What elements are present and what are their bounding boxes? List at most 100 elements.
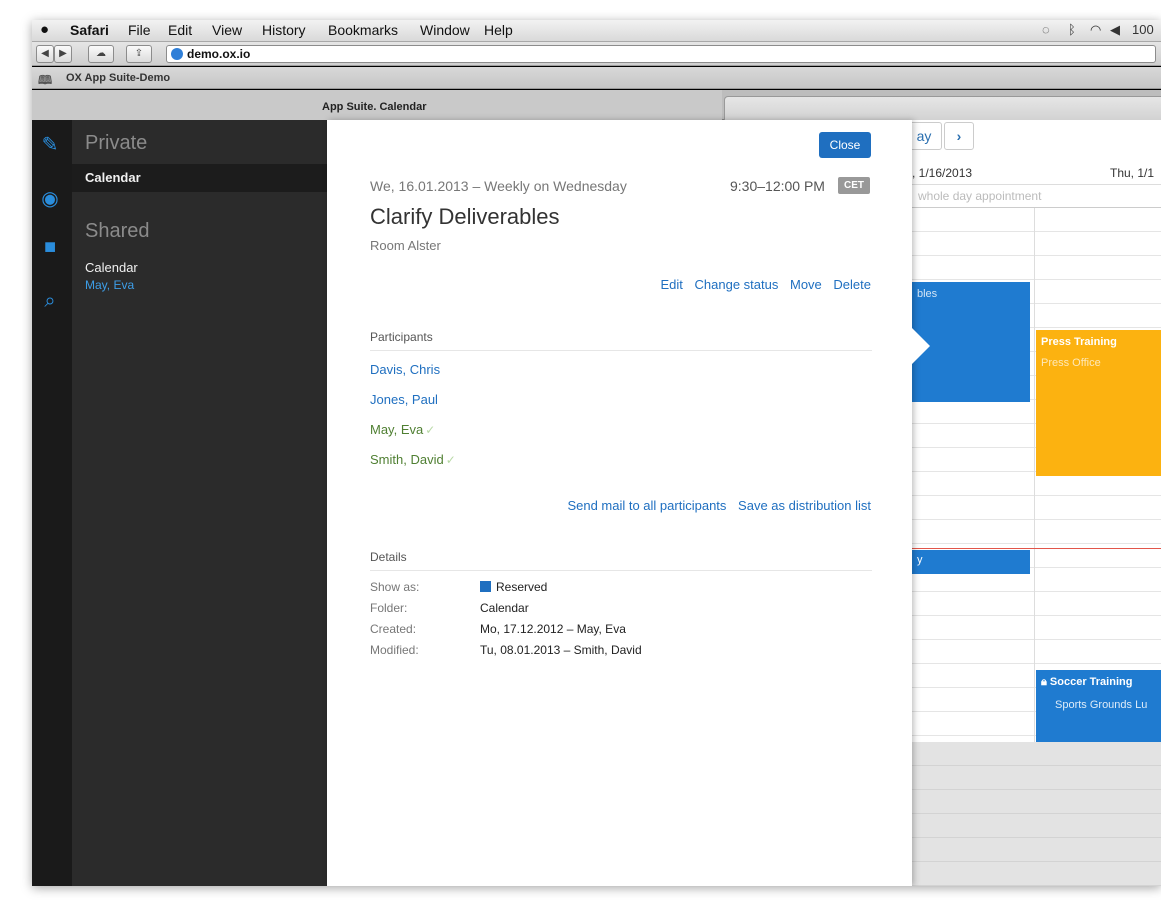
time-machine-icon[interactable]: ◌ bbox=[1042, 22, 1050, 37]
detail-value-created: Mo, 17.12.2012 – May, Eva bbox=[480, 622, 626, 636]
menu-safari[interactable]: Safari bbox=[70, 22, 109, 38]
participant-smith-david[interactable]: Smith, David ✓ bbox=[370, 452, 456, 467]
appointment-date: We, 16.01.2013 – Weekly on Wednesday bbox=[370, 178, 627, 194]
sidebar-item-may-eva[interactable]: May, Eva bbox=[85, 278, 134, 292]
event-title: Press Training bbox=[1041, 336, 1117, 348]
participant-name: May, Eva bbox=[370, 422, 424, 437]
menu-help[interactable]: Help bbox=[484, 22, 513, 38]
folder-sidebar: Private Calendar Shared Calendar May, Ev… bbox=[72, 120, 327, 886]
detail-label-folder: Folder: bbox=[370, 601, 408, 615]
appointment-time: 9:30–12:00 PM bbox=[730, 178, 825, 194]
delete-link[interactable]: Delete bbox=[833, 277, 871, 292]
participant-actions: Send mail to all participants Save as di… bbox=[559, 498, 871, 513]
event-title: y bbox=[917, 554, 923, 566]
menu-history[interactable]: History bbox=[262, 22, 306, 38]
allday-row[interactable]: whole day appointment bbox=[912, 184, 1161, 208]
url-text: demo.ox.io bbox=[187, 47, 251, 61]
bookmarks-bar: 🕮 OX App Suite-Demo bbox=[32, 67, 1161, 89]
event-title: bles bbox=[917, 288, 938, 300]
forward-button[interactable]: ▶ bbox=[54, 45, 72, 63]
calendar-toolbar: ay › bbox=[912, 120, 1161, 160]
detail-label-created: Created: bbox=[370, 622, 417, 636]
sidebar-item-private-calendar[interactable]: Calendar bbox=[72, 164, 327, 192]
globe-icon bbox=[171, 48, 183, 60]
detail-label-show-as: Show as: bbox=[370, 580, 420, 594]
appointment-title: Clarify Deliverables bbox=[370, 204, 560, 229]
accepted-check-icon: ✓ bbox=[445, 453, 456, 467]
current-time-line bbox=[912, 548, 1161, 549]
folder-icon[interactable]: ■ bbox=[38, 236, 62, 258]
off-hours-area[interactable] bbox=[912, 742, 1161, 886]
popup-pointer bbox=[912, 328, 930, 364]
detail-value-folder: Calendar bbox=[480, 601, 529, 615]
detail-label-modified: Modified: bbox=[370, 643, 419, 657]
day-header-wed[interactable]: , 1/16/2013 bbox=[912, 166, 972, 180]
move-link[interactable]: Move bbox=[790, 277, 822, 292]
event-title: Soccer Training bbox=[1049, 676, 1133, 688]
reserved-swatch bbox=[480, 581, 491, 592]
menu-file[interactable]: File bbox=[128, 22, 151, 38]
event-press-training[interactable]: Press Training Press Office bbox=[1036, 330, 1161, 476]
appointment-location: Room Alster bbox=[370, 238, 441, 253]
change-status-link[interactable]: Change status bbox=[695, 277, 779, 292]
sidebar-item-shared-calendar[interactable]: Calendar bbox=[85, 260, 138, 275]
tab-bar: App Suite. Calendar bbox=[32, 90, 1161, 120]
day-header-thu[interactable]: Thu, 1/1 bbox=[1110, 166, 1154, 180]
menu-edit[interactable]: Edit bbox=[168, 22, 192, 38]
apple-icon[interactable]: ● bbox=[40, 21, 49, 38]
address-bar[interactable]: demo.ox.io bbox=[166, 45, 1156, 63]
detail-value-modified: Tu, 08.01.2013 – Smith, David bbox=[480, 643, 642, 657]
pencil-icon[interactable]: ✎ bbox=[38, 132, 62, 156]
search-icon[interactable]: ⌕ bbox=[38, 290, 62, 312]
appointment-detail-popup: Close We, 16.01.2013 – Weekly on Wednesd… bbox=[327, 120, 912, 886]
calendar-week-view: ay › , 1/16/2013 Thu, 1/1 whole day appo… bbox=[912, 120, 1161, 886]
event-soccer-training[interactable]: 🔒︎ Soccer Training Sports Grounds Lu bbox=[1036, 670, 1161, 742]
browser-toolbar: ◀ ▶ ☁ ⇪ demo.ox.io bbox=[32, 42, 1161, 66]
tool-rail: ✎ ◉ ■ ⌕ bbox=[32, 120, 72, 886]
participant-davis-chris[interactable]: Davis, Chris bbox=[370, 362, 440, 377]
wifi-icon[interactable]: ◠ bbox=[1090, 22, 1101, 38]
close-button[interactable]: Close bbox=[819, 132, 871, 158]
event-location: Sports Grounds Lu bbox=[1055, 699, 1148, 711]
detail-value-show-as: Reserved bbox=[480, 580, 547, 594]
eye-icon[interactable]: ◉ bbox=[38, 186, 62, 210]
participants-heading: Participants bbox=[370, 330, 872, 351]
private-heading: Private bbox=[85, 132, 148, 154]
back-button[interactable]: ◀ bbox=[36, 45, 54, 63]
today-button[interactable]: ay bbox=[912, 122, 942, 150]
volume-icon[interactable]: ◀︎ bbox=[1110, 22, 1120, 38]
cloud-icon[interactable]: ☁ bbox=[88, 45, 114, 63]
participant-jones-paul[interactable]: Jones, Paul bbox=[370, 392, 438, 407]
bookmark-ox-demo[interactable]: OX App Suite-Demo bbox=[66, 72, 170, 84]
appointment-actions: Edit Change status Move Delete bbox=[653, 277, 872, 292]
allday-placeholder: whole day appointment bbox=[918, 189, 1042, 203]
reading-list-icon[interactable]: 🕮 bbox=[38, 71, 52, 92]
share-icon[interactable]: ⇪ bbox=[126, 45, 152, 63]
save-distribution-list-link[interactable]: Save as distribution list bbox=[738, 498, 871, 513]
details-heading: Details bbox=[370, 550, 872, 571]
bluetooth-icon[interactable]: ᛒ bbox=[1068, 22, 1076, 37]
shared-heading: Shared bbox=[85, 220, 150, 242]
tab-app-suite-calendar[interactable]: App Suite. Calendar bbox=[32, 90, 722, 120]
menubar: ● Safari File Edit View History Bookmark… bbox=[32, 20, 1161, 42]
participant-may-eva[interactable]: May, Eva ✓ bbox=[370, 422, 435, 437]
tab-other[interactable] bbox=[724, 96, 1161, 120]
next-week-button[interactable]: › bbox=[944, 122, 974, 150]
lock-icon: 🔒︎ bbox=[1041, 676, 1050, 688]
accepted-check-icon: ✓ bbox=[425, 423, 436, 437]
tab-title: App Suite. Calendar bbox=[322, 101, 427, 113]
timezone-badge[interactable]: CET bbox=[838, 177, 870, 194]
event-continuation[interactable]: y bbox=[912, 550, 1030, 574]
app-suite: ✎ ◉ ■ ⌕ Private Calendar Shared Calendar… bbox=[32, 120, 1161, 886]
safari-window: ● Safari File Edit View History Bookmark… bbox=[32, 20, 1161, 886]
menu-bookmarks[interactable]: Bookmarks bbox=[328, 22, 398, 38]
event-title-row: 🔒︎ Soccer Training bbox=[1041, 676, 1156, 689]
battery-percent[interactable]: 100 bbox=[1132, 22, 1154, 37]
event-location: Press Office bbox=[1041, 357, 1101, 369]
participant-name: Smith, David bbox=[370, 452, 444, 467]
edit-link[interactable]: Edit bbox=[661, 277, 683, 292]
menu-view[interactable]: View bbox=[212, 22, 242, 38]
menu-window[interactable]: Window bbox=[420, 22, 470, 38]
show-as-value: Reserved bbox=[496, 580, 548, 594]
send-mail-link[interactable]: Send mail to all participants bbox=[567, 498, 726, 513]
